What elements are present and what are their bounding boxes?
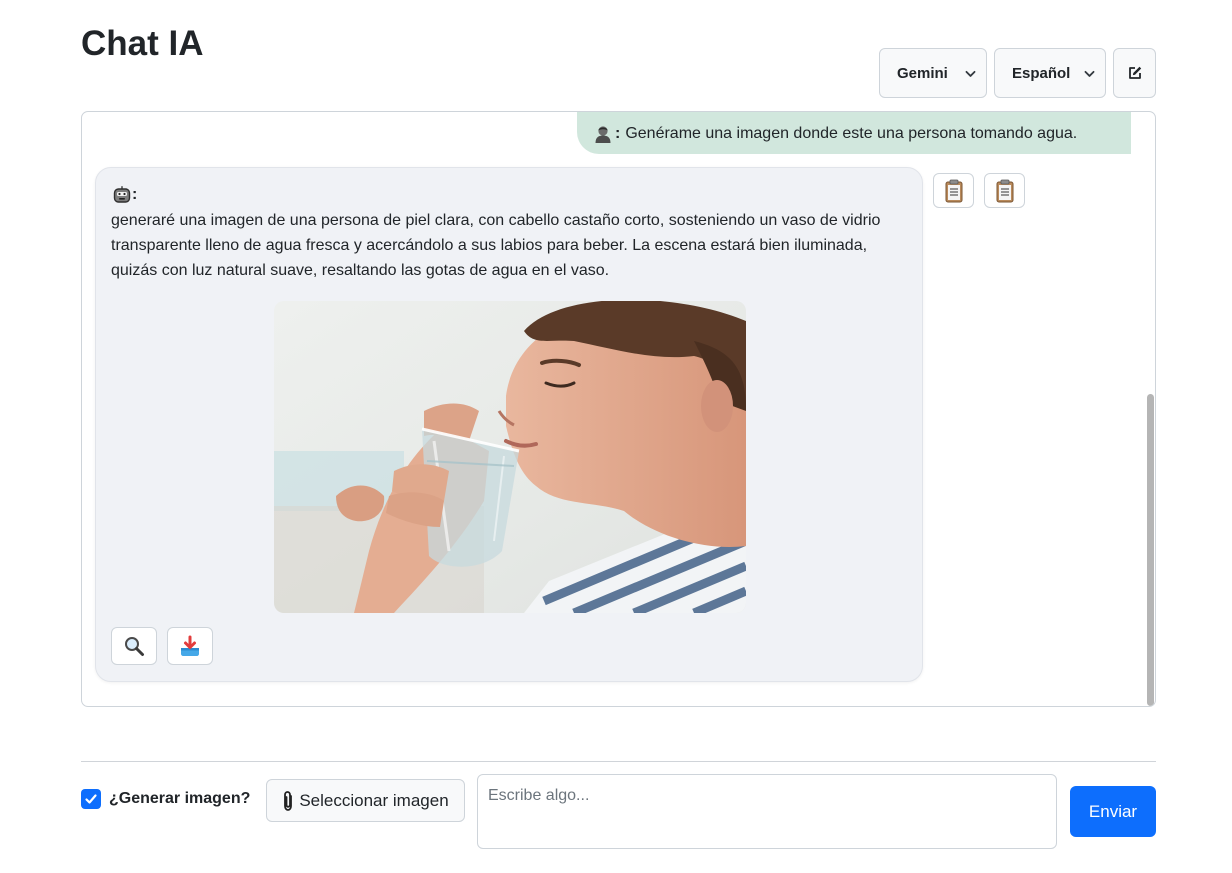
send-button[interactable]: Enviar bbox=[1070, 786, 1156, 837]
edit-icon bbox=[1128, 66, 1141, 79]
generate-image-toggle[interactable]: ¿Generar imagen? bbox=[81, 789, 250, 809]
user-avatar-icon bbox=[595, 126, 611, 143]
sender-mark: : bbox=[132, 186, 138, 203]
sender-mark: : bbox=[615, 125, 621, 142]
new-chat-button[interactable] bbox=[1113, 48, 1156, 98]
toolbar: Gemini Español bbox=[879, 48, 1156, 98]
download-icon bbox=[181, 635, 199, 656]
chevron-down-icon bbox=[1084, 70, 1095, 77]
chat-window[interactable]: : Genérame una imagen donde este una per… bbox=[81, 111, 1156, 707]
message-copy-actions bbox=[933, 173, 1025, 208]
clipboard-icon bbox=[996, 179, 1013, 202]
bot-avatar-icon bbox=[113, 186, 131, 203]
zoom-image-button[interactable] bbox=[111, 627, 157, 665]
generated-image[interactable] bbox=[274, 301, 746, 613]
select-image-button[interactable]: Seleccionar imagen bbox=[266, 779, 465, 822]
select-image-label: Seleccionar imagen bbox=[299, 790, 449, 810]
magnifier-icon bbox=[125, 637, 144, 656]
image-actions bbox=[111, 627, 213, 665]
model-select-value: Gemini bbox=[897, 64, 948, 82]
assistant-message: : generaré una imagen de una persona de … bbox=[95, 167, 923, 682]
paperclip-icon bbox=[284, 790, 293, 811]
user-message-text: Genérame una imagen donde este una perso… bbox=[625, 125, 1078, 142]
page-title: Chat IA bbox=[81, 24, 204, 63]
assistant-message-text: generaré una imagen de una persona de pi… bbox=[111, 212, 881, 279]
chevron-down-icon bbox=[965, 70, 976, 77]
model-select[interactable]: Gemini bbox=[879, 48, 987, 98]
checkmark-icon bbox=[85, 794, 97, 804]
message-input[interactable] bbox=[477, 774, 1057, 849]
generate-image-checkbox[interactable] bbox=[81, 789, 101, 809]
assistant-header: : bbox=[112, 185, 142, 205]
generate-image-label: ¿Generar imagen? bbox=[109, 790, 251, 807]
copy-message-button[interactable] bbox=[984, 173, 1025, 208]
language-select-value: Español bbox=[1012, 64, 1071, 82]
divider bbox=[81, 761, 1156, 762]
download-image-button[interactable] bbox=[167, 627, 213, 665]
scrollbar-thumb[interactable] bbox=[1147, 394, 1154, 706]
copy-message-button[interactable] bbox=[933, 173, 974, 208]
user-message: : Genérame una imagen donde este una per… bbox=[577, 112, 1131, 154]
language-select[interactable]: Español bbox=[994, 48, 1106, 98]
clipboard-icon bbox=[945, 179, 962, 202]
